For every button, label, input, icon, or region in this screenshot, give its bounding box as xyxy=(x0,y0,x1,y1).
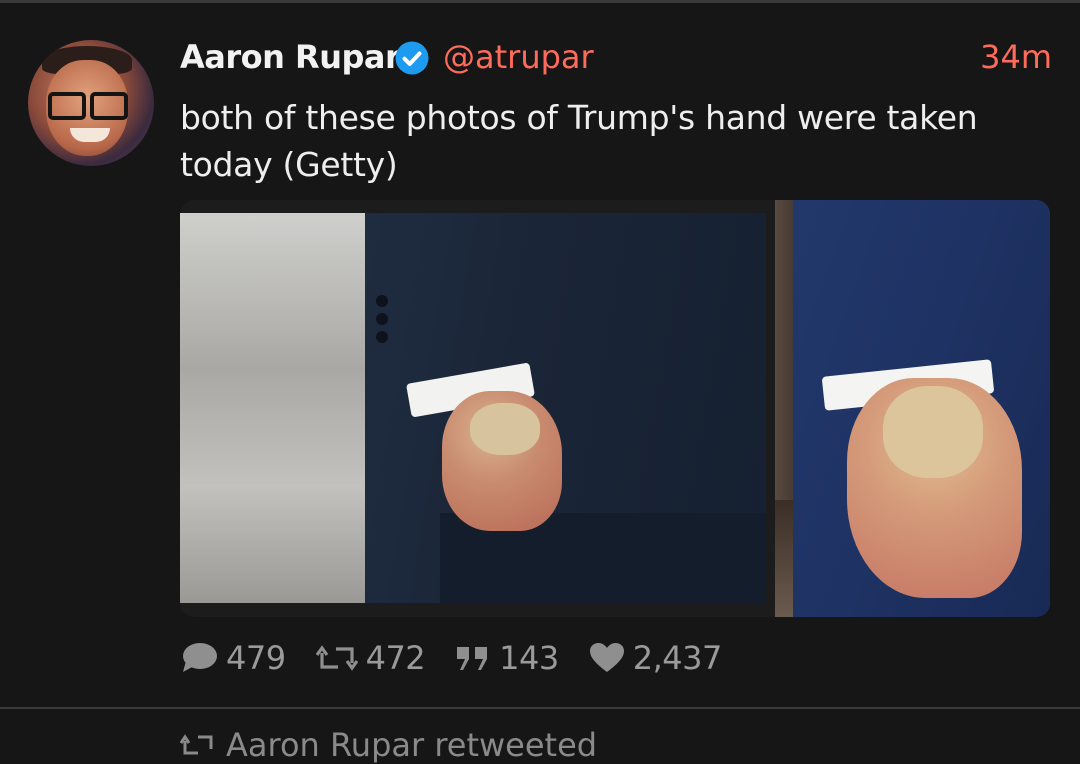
author-name[interactable]: Aaron Rupar xyxy=(180,38,401,76)
photo-left-makeup-patch xyxy=(470,403,540,455)
retweeted-label: Aaron Rupar retweeted xyxy=(226,726,598,764)
retweeted-indicator: Aaron Rupar retweeted xyxy=(180,726,597,764)
like-button[interactable]: 2,437 xyxy=(589,639,722,677)
photo-left-background xyxy=(180,213,380,603)
reply-count: 479 xyxy=(226,639,286,677)
like-count: 2,437 xyxy=(632,639,723,677)
quote-icon xyxy=(457,647,488,670)
photo-left-sleeve-buttons xyxy=(376,295,390,355)
media-grid xyxy=(180,200,1050,617)
retweet-button[interactable]: 472 xyxy=(315,639,426,677)
avatar[interactable] xyxy=(28,40,154,166)
photo-right-makeup-patch xyxy=(883,386,983,478)
photo-left[interactable] xyxy=(180,213,766,603)
tweet-divider xyxy=(0,707,1080,709)
reply-bubble-icon xyxy=(183,643,217,672)
author-handle[interactable]: @atrupar xyxy=(443,38,594,76)
retweet-icon xyxy=(315,645,358,671)
retweet-count: 472 xyxy=(365,639,426,677)
tweet-timestamp[interactable]: 34m xyxy=(980,38,1052,76)
reply-button[interactable]: 479 xyxy=(180,639,286,677)
quote-count: 143 xyxy=(499,639,559,677)
verified-badge-icon xyxy=(395,41,429,75)
retweet-small-icon xyxy=(180,734,213,755)
tweet-actions: 479 472 143 2,437 xyxy=(180,636,752,680)
heart-icon xyxy=(589,643,624,672)
photo-right[interactable] xyxy=(775,200,1050,617)
quote-button[interactable]: 143 xyxy=(455,639,559,677)
tweet-text: both of these photos of Trump's hand wer… xyxy=(180,98,978,184)
tweet-card[interactable]: Aaron Rupar @atrupar 34m both of these p… xyxy=(0,0,1080,747)
avatar-glasses xyxy=(48,92,128,120)
